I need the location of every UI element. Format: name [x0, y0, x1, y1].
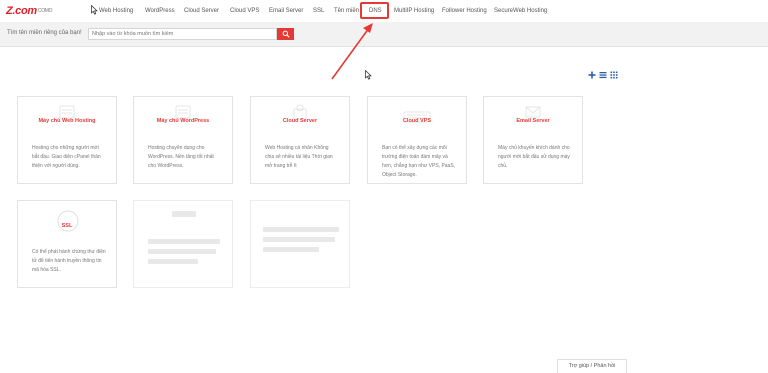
nav-item-multiip-hosting[interactable]: MultiIP Hosting: [394, 7, 434, 15]
help-feedback-tab[interactable]: Trợ giúp / Phản hồi: [557, 359, 627, 373]
mouse-cursor-icon: [365, 70, 372, 80]
top-nav-bar: Z.comCOMO Web Hosting WordPress Cloud Se…: [0, 0, 768, 23]
ssl-badge-icon: [57, 210, 79, 232]
service-card-email-server[interactable]: Email Server Máy chủ khuyến khích dành c…: [483, 96, 583, 184]
blurred-content: [263, 227, 339, 232]
service-card-wordpress[interactable]: Máy chủ WordPress Hosting chuyên dụng ch…: [133, 96, 233, 184]
service-card-cloud-server[interactable]: Cloud Server Web Hosting cá nhân Không c…: [250, 96, 350, 184]
nav-item-cloud-server[interactable]: Cloud Server: [184, 7, 219, 15]
dns-highlight-box: [360, 2, 389, 19]
blurred-content: [172, 211, 196, 217]
service-card-blurred[interactable]: [250, 200, 350, 288]
service-card-ssl[interactable]: SSL Có thể phát hành chứng thư điện tử đ…: [17, 200, 117, 288]
search-label: Tìm tên miền riêng của bạn!: [7, 30, 82, 36]
mouse-cursor-icon: [91, 5, 98, 15]
add-icon[interactable]: [588, 71, 596, 79]
grid-view-icon[interactable]: [610, 71, 618, 79]
card-description: Hosting chuyên dụng cho WordPress. Nền t…: [148, 145, 214, 169]
search-button[interactable]: [277, 28, 294, 40]
card-description: Có thể phát hành chứng thư điện tử để ti…: [32, 249, 106, 273]
logo-text: Z.com: [6, 5, 37, 17]
card-description: Hosting cho những người mới bắt đầu. Gia…: [32, 145, 101, 169]
blurred-content: [148, 239, 220, 244]
list-view-icon[interactable]: [599, 71, 607, 79]
domain-search-input[interactable]: [88, 28, 277, 40]
nav-item-follower-hosting[interactable]: Follower Hosting: [442, 7, 487, 15]
card-title: Cloud VPS: [402, 118, 432, 124]
blurred-content: [148, 259, 198, 264]
nav-item-wordpress[interactable]: WordPress: [145, 7, 175, 15]
nav-item-domain[interactable]: Tên miền: [334, 7, 359, 15]
card-title: SSL: [61, 223, 73, 229]
card-title: Email Server: [516, 118, 550, 124]
service-card-web-hosting[interactable]: Máy chủ Web Hosting Hosting cho những ng…: [17, 96, 117, 184]
card-title: Máy chủ Web Hosting: [38, 118, 96, 124]
card-description: Web Hosting cá nhân Không chia sẻ nhiều …: [265, 145, 333, 169]
logo-subtext: COMO: [37, 8, 53, 14]
nav-item-email-server[interactable]: Email Server: [269, 7, 303, 15]
nav-item-secureweb-hosting[interactable]: SecureWeb Hosting: [494, 7, 547, 15]
card-title: Máy chủ WordPress: [156, 118, 210, 124]
card-description: Máy chủ khuyến khích dành cho người mới …: [498, 145, 570, 169]
zcom-logo[interactable]: Z.comCOMO: [6, 5, 53, 17]
nav-item-cloud-vps[interactable]: Cloud VPS: [230, 7, 259, 15]
card-title: Cloud Server: [282, 118, 318, 124]
nav-item-web-hosting[interactable]: Web Hosting: [99, 7, 133, 15]
domain-search-bar: Tìm tên miền riêng của bạn!: [0, 22, 768, 47]
card-description: Bạn có thể xây dựng các môi trường điện …: [382, 145, 456, 178]
annotation-arrow: [331, 23, 373, 80]
search-icon: [282, 30, 290, 38]
blurred-content: [263, 237, 335, 242]
service-card-blurred[interactable]: [133, 200, 233, 288]
service-card-cloud-vps[interactable]: Cloud VPS Bạn có thể xây dựng các môi tr…: [367, 96, 467, 184]
nav-item-ssl[interactable]: SSL: [313, 7, 324, 15]
blurred-content: [148, 249, 216, 254]
blurred-content: [263, 247, 319, 252]
